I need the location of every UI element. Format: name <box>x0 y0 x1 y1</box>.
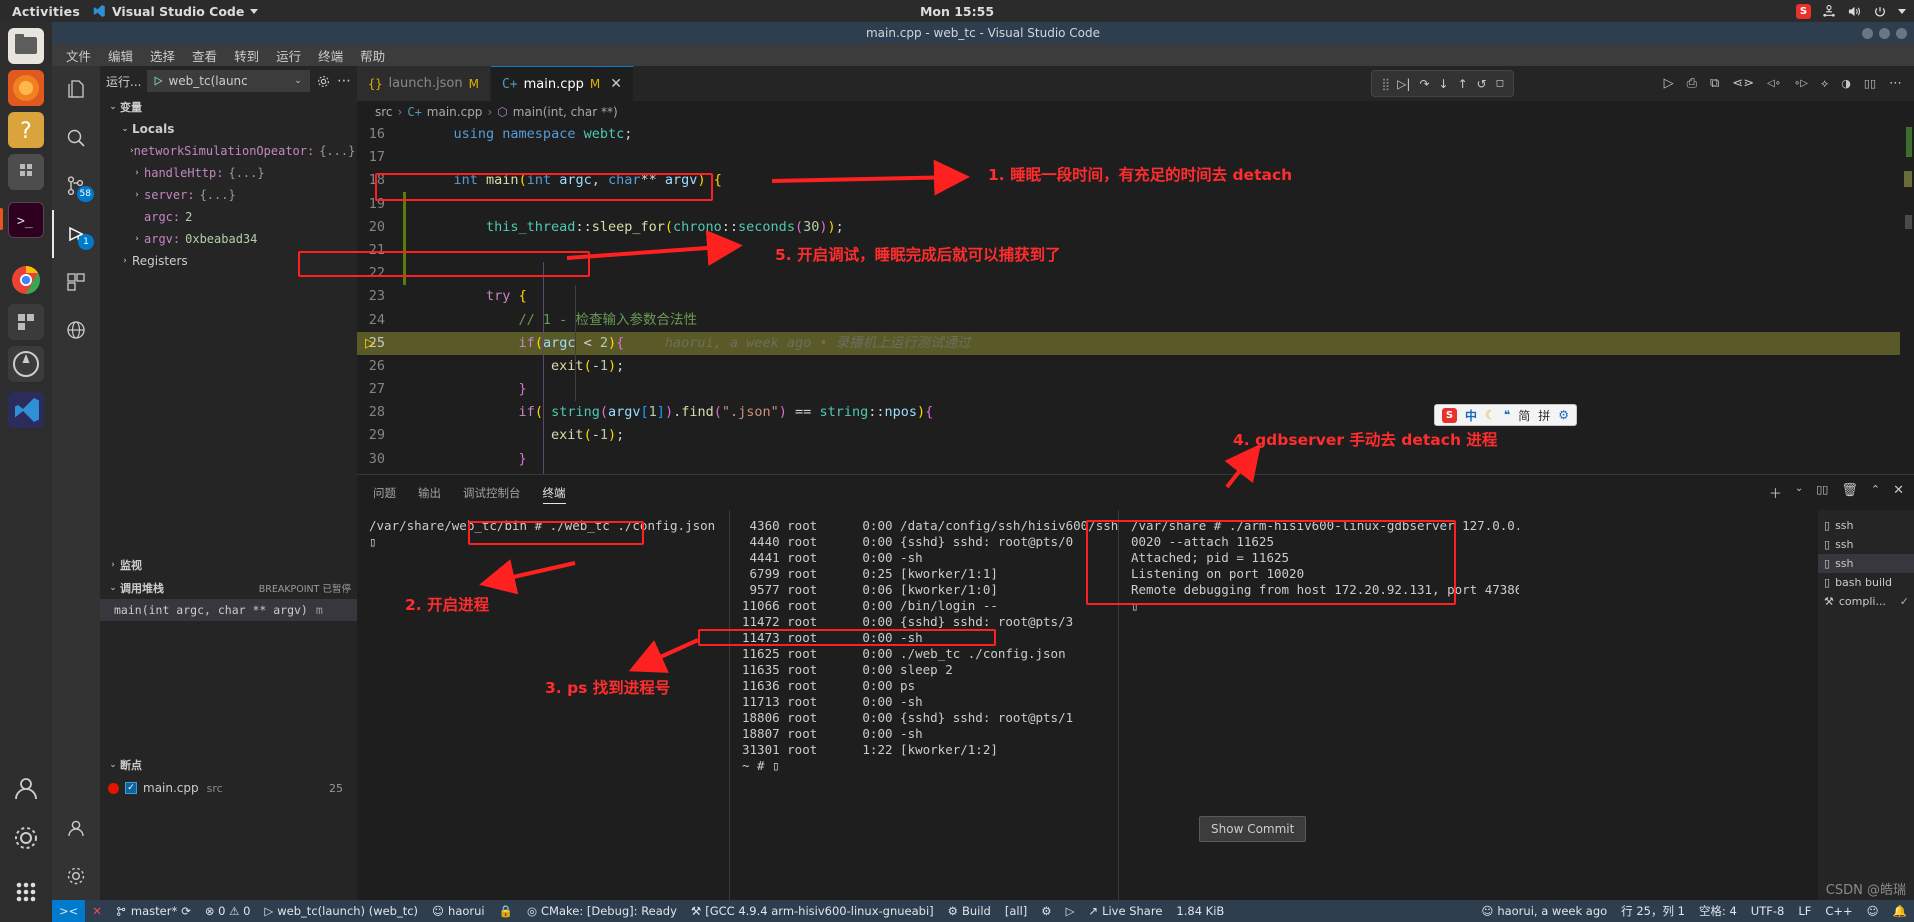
annotation-2: 2. 开启进程 <box>405 596 490 614</box>
watermark: CSDN @皓瑞 <box>1825 883 1906 898</box>
annotation-arrows <box>479 159 1261 673</box>
annotation-3: 3. ps 找到进程号 <box>545 679 671 697</box>
arrow-1 <box>771 159 970 196</box>
arrow-5 <box>566 230 743 266</box>
arrow-2 <box>479 559 576 595</box>
annotation-4: 4. gdbserver 手动去 detach 进程 <box>1233 431 1498 449</box>
arrow-4 <box>1224 443 1261 489</box>
arrow-3 <box>628 638 699 673</box>
annotation-1: 1. 睡眠一段时间，有充足的时间去 detach <box>988 166 1293 184</box>
annotation-5: 5. 开启调试，睡眠完成后就可以捕获到了 <box>775 246 1061 264</box>
